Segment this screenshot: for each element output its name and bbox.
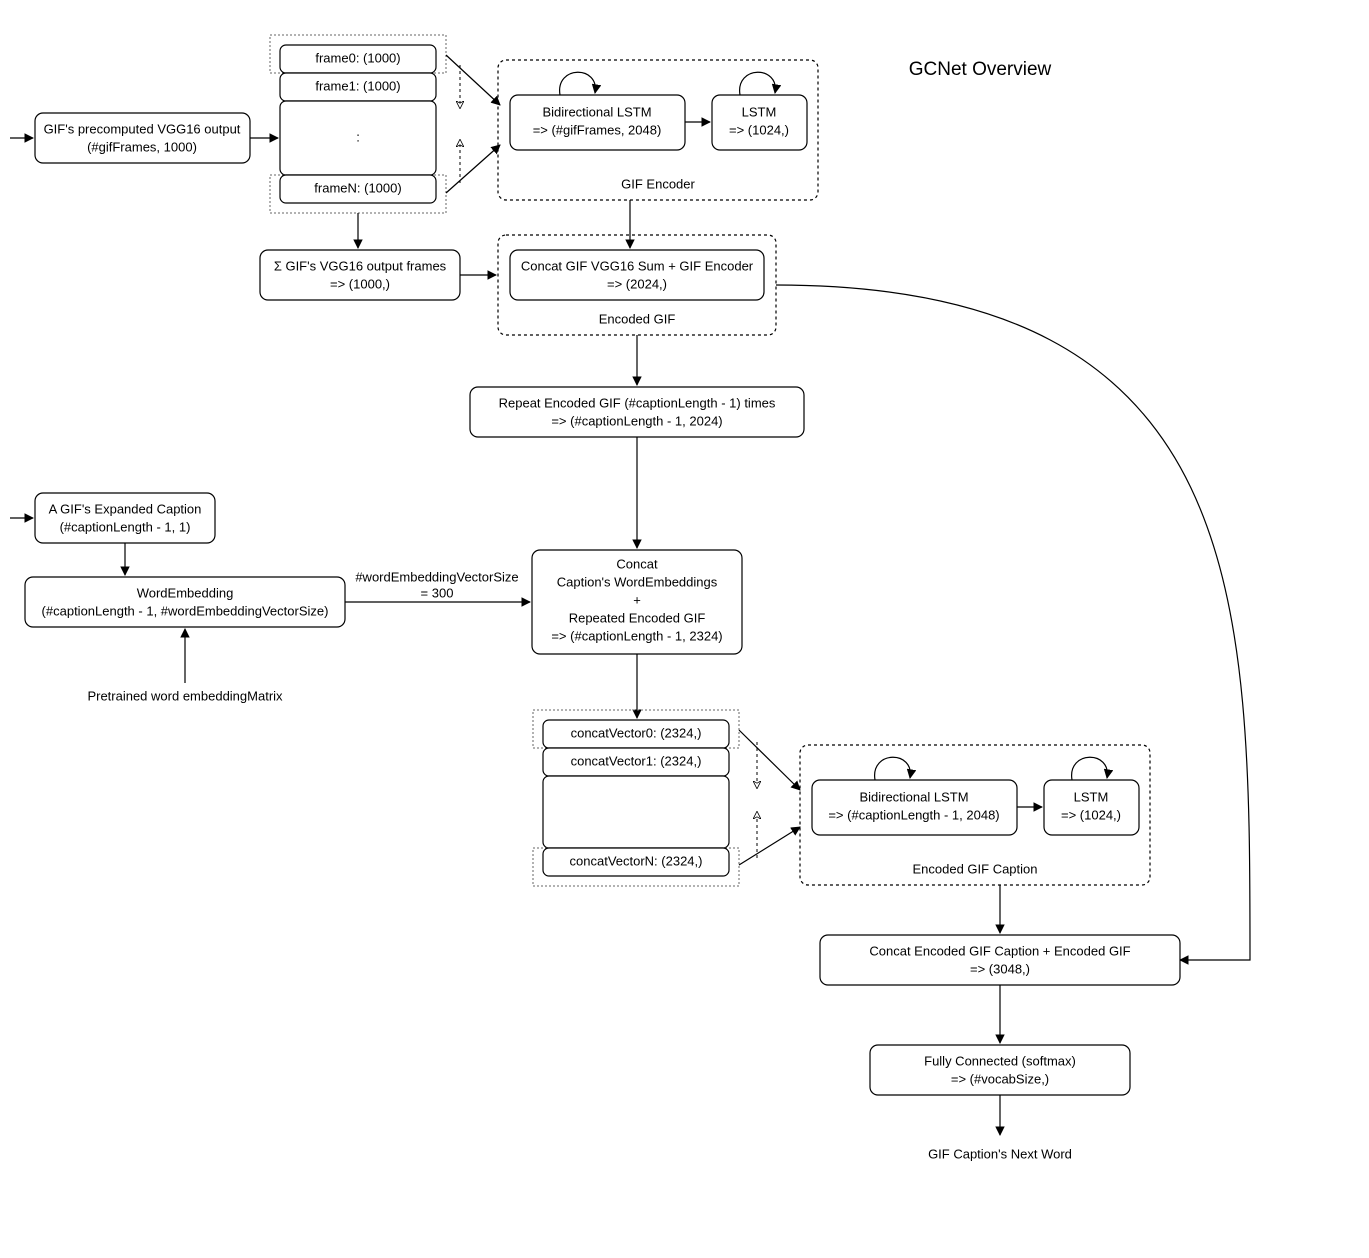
concat-main-l5: => (#captionLength - 1, 2324) <box>551 628 722 643</box>
gif-encoder-lstm-l1: LSTM <box>742 104 777 119</box>
caption-encoder-lstm-l1: LSTM <box>1074 789 1109 804</box>
arrow-icon <box>739 827 800 865</box>
arrow-icon <box>446 145 500 193</box>
embed-size-l1: #wordEmbeddingVectorSize <box>355 569 518 584</box>
gif-encoder-label: GIF Encoder <box>621 176 695 191</box>
frameN-label: frameN: (1000) <box>314 180 401 195</box>
final-concat-l1: Concat Encoded GIF Caption + Encoded GIF <box>869 943 1130 958</box>
cv1-label: concatVector1: (2324,) <box>571 753 702 768</box>
gif-encoder-bilstm-l1: Bidirectional LSTM <box>542 104 651 119</box>
cv-mid-box <box>543 776 729 848</box>
input-vgg-l2: (#gifFrames, 1000) <box>87 139 197 154</box>
caption-encoder-label: Encoded GIF Caption <box>912 861 1037 876</box>
arrow-icon <box>739 730 800 790</box>
embed-size-l2: = 300 <box>421 585 454 600</box>
gif-encoder-bilstm-l2: => (#gifFrames, 2048) <box>533 122 662 137</box>
sum-l2: => (1000,) <box>330 276 390 291</box>
repeat-l2: => (#captionLength - 1, 2024) <box>551 413 722 428</box>
frame0-label: frame0: (1000) <box>315 50 400 65</box>
encoded-gif-l2: => (2024,) <box>607 276 667 291</box>
frames-dots: : <box>356 129 360 144</box>
cv0-label: concatVector0: (2324,) <box>571 725 702 740</box>
self-loop-icon <box>1072 757 1108 780</box>
self-loop-icon <box>740 72 776 95</box>
word-embedding-l2: (#captionLength - 1, #wordEmbeddingVecto… <box>42 603 329 618</box>
input-vgg-l1: GIF's precomputed VGG16 output <box>44 121 241 136</box>
fc-l1: Fully Connected (softmax) <box>924 1053 1076 1068</box>
concat-main-l1: Concat <box>616 556 658 571</box>
concat-main-l2: Caption's WordEmbeddings <box>557 574 718 589</box>
self-loop-icon <box>560 72 596 95</box>
gif-encoder-lstm-l2: => (1024,) <box>729 122 789 137</box>
output-label: GIF Caption's Next Word <box>928 1146 1072 1161</box>
diagram-title: GCNet Overview <box>909 59 1052 80</box>
caption-input-l2: (#captionLength - 1, 1) <box>60 519 191 534</box>
concat-main-l4: Repeated Encoded GIF <box>569 610 706 625</box>
frame1-label: frame1: (1000) <box>315 78 400 93</box>
skip-arrow <box>776 285 1250 960</box>
caption-input-l1: A GIF's Expanded Caption <box>49 501 202 516</box>
cvN-label: concatVectorN: (2324,) <box>570 853 703 868</box>
final-concat-l2: => (3048,) <box>970 961 1030 976</box>
sum-l1: Σ GIF's VGG16 output frames <box>274 258 447 273</box>
repeat-l1: Repeat Encoded GIF (#captionLength - 1) … <box>499 395 776 410</box>
caption-encoder-bilstm-l1: Bidirectional LSTM <box>859 789 968 804</box>
caption-encoder-bilstm-l2: => (#captionLength - 1, 2048) <box>828 807 999 822</box>
encoded-gif-label: Encoded GIF <box>599 311 676 326</box>
self-loop-icon <box>875 757 911 780</box>
embed-note: Pretrained word embeddingMatrix <box>87 688 283 703</box>
caption-encoder-lstm-l2: => (1024,) <box>1061 807 1121 822</box>
arrow-icon <box>446 55 500 105</box>
concat-main-l3: + <box>633 592 641 607</box>
word-embedding-l1: WordEmbedding <box>137 585 234 600</box>
encoded-gif-l1: Concat GIF VGG16 Sum + GIF Encoder <box>521 258 754 273</box>
fc-l2: => (#vocabSize,) <box>951 1071 1049 1086</box>
